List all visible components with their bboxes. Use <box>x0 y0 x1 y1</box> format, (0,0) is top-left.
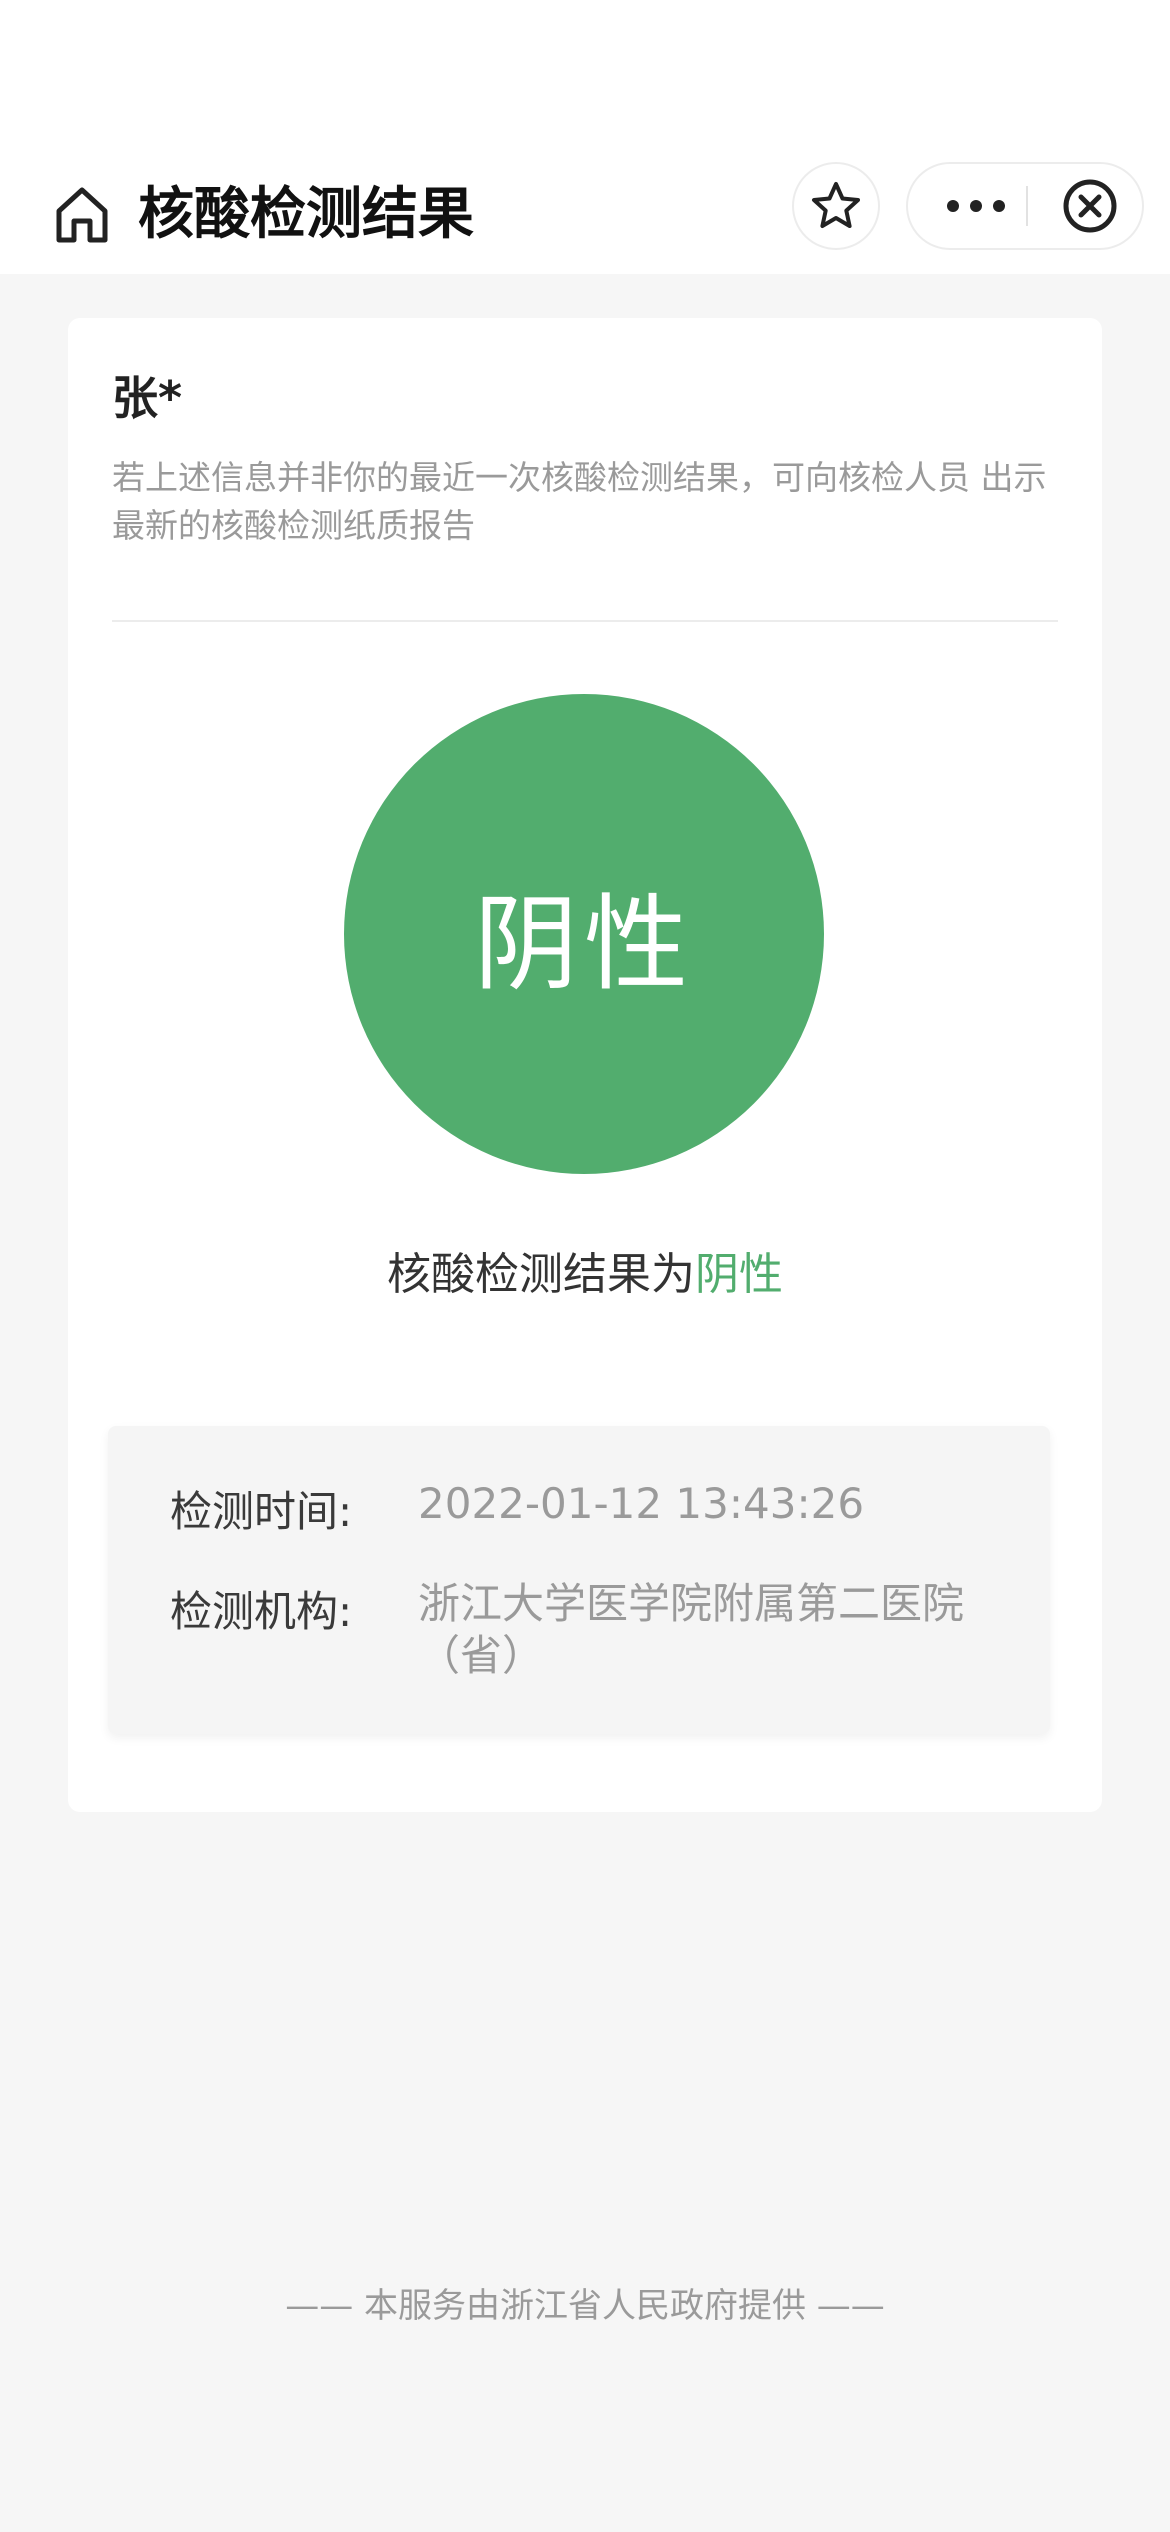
divider <box>112 620 1058 622</box>
result-circle: 阴性 <box>344 694 824 1174</box>
status-bar-area <box>0 0 1170 160</box>
favorite-button[interactable] <box>792 162 880 250</box>
result-value: 阴性 <box>695 1249 783 1300</box>
detail-box: 检测时间: 2022-01-12 13:43:26 检测机构: 浙江大学医学院附… <box>108 1426 1050 1734</box>
more-button[interactable] <box>928 164 1024 248</box>
home-button[interactable] <box>50 176 114 254</box>
result-circle-text: 阴性 <box>473 882 694 1005</box>
test-time-value: 2022-01-12 13:43:26 <box>418 1479 865 1528</box>
menu-capsule <box>906 162 1144 250</box>
more-dots-icon <box>947 200 1005 212</box>
nav-bar: 核酸检测结果 <box>0 160 1170 274</box>
star-icon <box>812 182 860 228</box>
close-button[interactable] <box>1042 164 1138 248</box>
test-org-label: 检测机构: <box>170 1587 353 1636</box>
user-name: 张* <box>112 371 183 425</box>
footer-text: —— 本服务由浙江省人民政府提供 —— <box>285 2286 885 2326</box>
notice-text: 若上述信息并非你的最近一次核酸检测结果，可向核检人员 出示最新的核酸检测纸质报告 <box>112 458 1047 545</box>
result-card: 张* 若上述信息并非你的最近一次核酸检测结果，可向核检人员 出示最新的核酸检测纸… <box>68 318 1102 1812</box>
page-title: 核酸检测结果 <box>138 182 474 247</box>
test-time-label: 检测时间: <box>170 1487 353 1536</box>
result-prefix: 核酸检测结果为 <box>387 1249 695 1300</box>
home-icon <box>56 187 108 243</box>
close-circle-icon <box>1063 179 1117 233</box>
result-summary: 核酸检测结果为阴性 <box>68 1238 1102 1302</box>
capsule-divider <box>1026 186 1028 226</box>
test-org-value: 浙江大学医学院附属第二医院（省） <box>418 1579 965 1680</box>
